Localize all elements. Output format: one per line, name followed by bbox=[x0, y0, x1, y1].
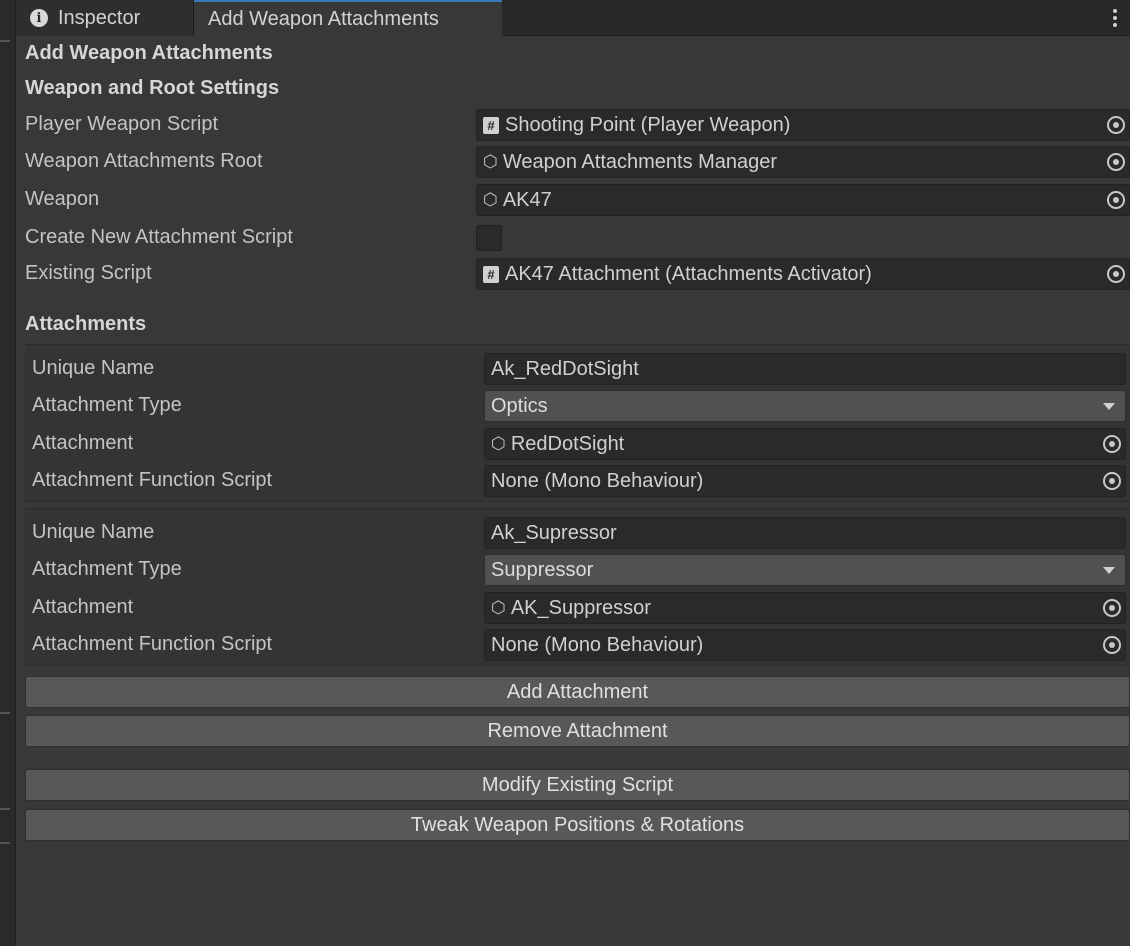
row-attachment-function: Attachment Function Script None (Mono Be… bbox=[25, 464, 1130, 498]
tab-inspector[interactable]: i Inspector bbox=[16, 0, 194, 36]
row-unique-name: Unique Name Ak_Supressor bbox=[25, 516, 1130, 550]
existing-script-value: AK47 Attachment (Attachments Activator) bbox=[505, 262, 872, 285]
create-new-script-label: Create New Attachment Script bbox=[25, 226, 293, 248]
section-header-attachments: Attachments bbox=[25, 313, 147, 335]
row-attachment: Attachment ⬡ RedDotSight bbox=[25, 427, 1130, 461]
attachment-type-label: Attachment Type bbox=[32, 558, 182, 580]
attachment-type-dropdown[interactable]: Suppressor bbox=[484, 554, 1126, 586]
attachment-function-field[interactable]: None (Mono Behaviour) bbox=[484, 629, 1126, 661]
object-picker-icon[interactable] bbox=[1103, 472, 1121, 490]
unique-name-label: Unique Name bbox=[32, 521, 155, 543]
object-picker-icon[interactable] bbox=[1103, 636, 1121, 654]
attachment-type-label: Attachment Type bbox=[32, 394, 182, 416]
modify-existing-script-button[interactable]: Modify Existing Script bbox=[25, 769, 1130, 801]
row-existing-script: Existing Script # AK47 Attachment (Attac… bbox=[16, 257, 1130, 291]
row-unique-name: Unique Name Ak_RedDotSight bbox=[25, 352, 1130, 386]
object-picker-icon[interactable] bbox=[1107, 153, 1125, 171]
attachment-function-label: Attachment Function Script bbox=[32, 469, 273, 491]
object-picker-icon[interactable] bbox=[1107, 265, 1125, 283]
tweak-weapon-positions-button[interactable]: Tweak Weapon Positions & Rotations bbox=[25, 809, 1130, 841]
inspector-panel: Add Weapon Attachments Weapon and Root S… bbox=[16, 36, 1130, 946]
tab-inspector-label: Inspector bbox=[58, 6, 141, 29]
row-weapon-attachments-root: Weapon Attachments Root ⬡ Weapon Attachm… bbox=[16, 145, 1130, 179]
unique-name-value: Ak_RedDotSight bbox=[491, 357, 639, 380]
row-create-new-script: Create New Attachment Script bbox=[16, 221, 1130, 255]
gameobject-icon: ⬡ bbox=[483, 152, 498, 171]
create-new-script-checkbox[interactable] bbox=[476, 225, 502, 251]
attachment-type-value: Suppressor bbox=[491, 558, 594, 581]
attachment-label: Attachment bbox=[32, 596, 134, 618]
dropdown-caret-icon bbox=[1103, 567, 1115, 574]
row-attachment-type: Attachment Type Suppressor bbox=[25, 553, 1130, 587]
object-picker-icon[interactable] bbox=[1103, 435, 1121, 453]
script-icon: # bbox=[483, 116, 499, 134]
object-picker-icon[interactable] bbox=[1103, 599, 1121, 617]
attachment-item: Unique Name Ak_Supressor Attachment Type… bbox=[25, 508, 1130, 666]
more-options-icon[interactable] bbox=[1110, 6, 1120, 30]
player-weapon-script-label: Player Weapon Script bbox=[25, 113, 219, 135]
dropdown-caret-icon bbox=[1103, 403, 1115, 410]
object-picker-icon[interactable] bbox=[1107, 116, 1125, 134]
attachment-item: Unique Name Ak_RedDotSight Attachment Ty… bbox=[25, 344, 1130, 502]
attachment-field[interactable]: ⬡ RedDotSight bbox=[484, 428, 1126, 460]
strip-marker bbox=[0, 842, 10, 844]
strip-marker bbox=[0, 808, 10, 810]
strip-marker bbox=[0, 40, 10, 42]
add-attachment-button[interactable]: Add Attachment bbox=[25, 676, 1130, 708]
weapon-value: AK47 bbox=[502, 188, 552, 211]
remove-attachment-button[interactable]: Remove Attachment bbox=[25, 715, 1130, 747]
gameobject-icon: ⬡ bbox=[491, 598, 506, 617]
script-icon: # bbox=[483, 265, 499, 283]
existing-script-field[interactable]: # AK47 Attachment (Attachments Activator… bbox=[476, 258, 1130, 290]
gameobject-icon: ⬡ bbox=[491, 434, 506, 453]
attachment-field[interactable]: ⬡ AK_Suppressor bbox=[484, 592, 1126, 624]
existing-script-label: Existing Script bbox=[25, 262, 152, 284]
attachment-function-field[interactable]: None (Mono Behaviour) bbox=[484, 465, 1126, 497]
weapon-label: Weapon bbox=[25, 188, 100, 210]
row-attachment-function: Attachment Function Script None (Mono Be… bbox=[25, 628, 1130, 662]
weapon-attachments-root-label: Weapon Attachments Root bbox=[25, 150, 263, 172]
weapon-field[interactable]: ⬡ AK47 bbox=[476, 184, 1130, 216]
section-header-weapon-root: Weapon and Root Settings bbox=[25, 77, 280, 99]
weapon-attachments-root-field[interactable]: ⬡ Weapon Attachments Manager bbox=[476, 146, 1130, 178]
attachment-function-value: None (Mono Behaviour) bbox=[491, 633, 704, 656]
player-weapon-script-value: Shooting Point (Player Weapon) bbox=[505, 113, 791, 136]
attachment-type-value: Optics bbox=[491, 394, 548, 417]
info-icon: i bbox=[30, 9, 48, 27]
left-panel-strip bbox=[0, 0, 16, 946]
gameobject-icon: ⬡ bbox=[483, 190, 498, 209]
attachment-label: Attachment bbox=[32, 432, 134, 454]
object-picker-icon[interactable] bbox=[1107, 191, 1125, 209]
attachment-type-dropdown[interactable]: Optics bbox=[484, 390, 1126, 422]
panel-title: Add Weapon Attachments bbox=[25, 42, 273, 64]
unique-name-label: Unique Name bbox=[32, 357, 155, 379]
row-attachment: Attachment ⬡ AK_Suppressor bbox=[25, 591, 1130, 625]
tab-bar: i Inspector Add Weapon Attachments bbox=[16, 0, 1130, 36]
unique-name-input[interactable]: Ak_RedDotSight bbox=[484, 353, 1126, 385]
row-attachment-type: Attachment Type Optics bbox=[25, 389, 1130, 423]
row-weapon: Weapon ⬡ AK47 bbox=[16, 183, 1130, 217]
tab-add-weapon-attachments[interactable]: Add Weapon Attachments bbox=[194, 0, 502, 36]
strip-marker bbox=[0, 712, 10, 714]
tab-add-weapon-attachments-label: Add Weapon Attachments bbox=[208, 7, 439, 30]
unique-name-value: Ak_Supressor bbox=[491, 521, 617, 544]
attachment-value: AK_Suppressor bbox=[510, 596, 651, 619]
unique-name-input[interactable]: Ak_Supressor bbox=[484, 517, 1126, 549]
player-weapon-script-field[interactable]: # Shooting Point (Player Weapon) bbox=[476, 109, 1130, 141]
row-player-weapon-script: Player Weapon Script # Shooting Point (P… bbox=[16, 108, 1130, 142]
attachment-function-value: None (Mono Behaviour) bbox=[491, 469, 704, 492]
attachment-value: RedDotSight bbox=[510, 432, 625, 455]
attachment-function-label: Attachment Function Script bbox=[32, 633, 273, 655]
weapon-attachments-root-value: Weapon Attachments Manager bbox=[502, 150, 778, 173]
